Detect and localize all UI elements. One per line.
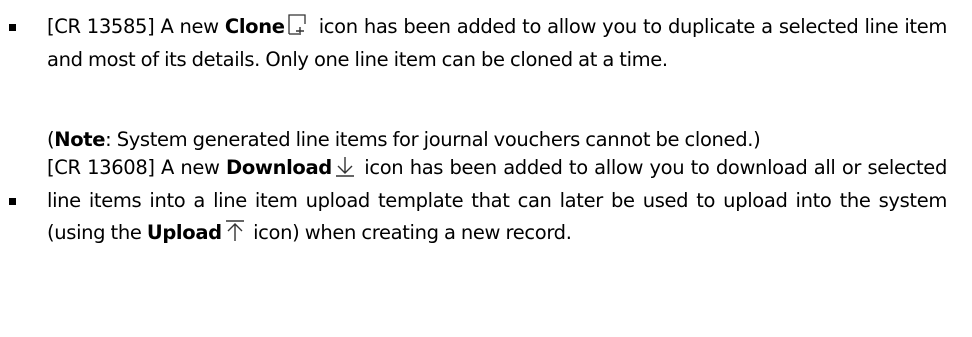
clone-bullet-text: [CR 13585] A new Clone icon has been add… xyxy=(47,14,947,71)
cr-number: [CR 13585] xyxy=(47,15,155,38)
cr-number: [CR 13608] xyxy=(47,156,155,179)
upload-label: Upload xyxy=(146,221,222,244)
upload-icon xyxy=(224,220,246,242)
clone-icon xyxy=(287,14,311,36)
download-label: Download xyxy=(226,156,332,179)
release-notes-page: [CR 13585] A new Clone icon has been add… xyxy=(0,0,972,337)
bullet-marker xyxy=(9,24,16,31)
note-label: Note xyxy=(54,128,106,151)
bullet-marker xyxy=(9,198,16,205)
download-icon xyxy=(334,155,356,177)
download-bullet-text: [CR 13608] A new Download icon has been … xyxy=(47,155,947,244)
clone-label: Clone xyxy=(224,15,285,38)
